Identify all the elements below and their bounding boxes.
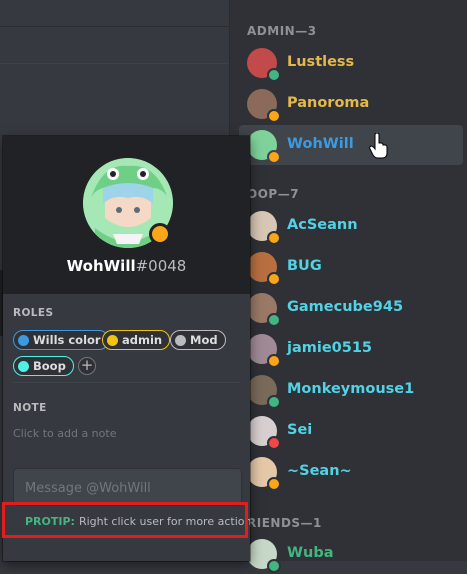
role-pill[interactable]: admin xyxy=(102,330,171,350)
popout-divider xyxy=(13,382,240,383)
member-avatar xyxy=(247,457,281,491)
member-avatar xyxy=(247,416,281,450)
member-name: Lustless xyxy=(287,54,355,70)
member-avatar xyxy=(247,334,281,368)
status-idle-icon xyxy=(267,354,281,368)
member-item[interactable]: jamie0515 xyxy=(239,329,463,369)
chat-header-bar xyxy=(0,0,229,27)
member-avatar xyxy=(247,293,281,327)
status-online-icon xyxy=(267,559,281,573)
member-avatar xyxy=(247,211,281,245)
member-item[interactable]: Panoroma xyxy=(239,84,463,124)
member-item[interactable]: BUG xyxy=(239,247,463,287)
note-label: NOTE xyxy=(13,402,47,414)
status-idle-icon xyxy=(267,109,281,123)
message-box xyxy=(13,468,242,506)
status-online-icon xyxy=(267,313,281,327)
member-name: AcSeann xyxy=(287,217,358,233)
chat-divider xyxy=(0,63,229,64)
add-role-button[interactable]: + xyxy=(78,357,96,375)
profile-status-idle-icon xyxy=(149,223,171,245)
role-pill[interactable]: Boop xyxy=(13,356,74,376)
member-avatar xyxy=(247,375,281,409)
username-text: WohWill xyxy=(66,257,136,275)
member-avatar xyxy=(247,539,281,573)
role-name: Wills color xyxy=(33,333,101,347)
protip-highlight-annotation xyxy=(2,502,248,538)
member-avatar xyxy=(247,252,281,286)
message-input[interactable] xyxy=(25,479,230,497)
member-item[interactable]: AcSeann xyxy=(239,206,463,246)
role-color-dot[interactable] xyxy=(107,334,118,346)
profile-username: WohWill#0048 xyxy=(3,257,250,275)
member-avatar xyxy=(247,48,281,82)
member-name: Wuba xyxy=(287,545,334,561)
member-avatar xyxy=(247,130,281,164)
hand-cursor-icon xyxy=(369,133,388,159)
status-dnd-icon xyxy=(267,436,281,450)
popout-header: WohWill#0048 xyxy=(3,136,250,294)
status-idle-icon xyxy=(267,272,281,286)
member-group-header: OOP—7 xyxy=(247,187,300,201)
member-item[interactable]: Wuba xyxy=(239,534,463,574)
member-item[interactable]: ~Sean~ xyxy=(239,452,463,492)
status-online-icon xyxy=(267,68,281,82)
member-item[interactable]: Gamecube945 xyxy=(239,288,463,328)
role-color-dot[interactable] xyxy=(175,334,186,346)
status-idle-icon xyxy=(267,477,281,491)
status-idle-icon xyxy=(267,231,281,245)
member-name: BUG xyxy=(287,258,322,274)
member-item[interactable]: WohWill xyxy=(239,125,463,165)
member-item[interactable]: Sei xyxy=(239,411,463,451)
role-color-dot[interactable] xyxy=(18,334,29,346)
role-color-dot[interactable] xyxy=(18,360,29,372)
member-name: WohWill xyxy=(287,136,354,152)
member-item[interactable]: Lustless xyxy=(239,43,463,83)
role-name: admin xyxy=(122,333,163,347)
user-profile-popout: WohWill#0048 ROLES Wills color admin Mod Bo… xyxy=(3,136,250,561)
status-idle-icon xyxy=(267,150,281,164)
member-name: jamie0515 xyxy=(287,340,373,356)
member-list: ADMIN—3 Lustless Panoroma WohWill OOP—7 AcSea… xyxy=(229,0,467,573)
roles-label: ROLES xyxy=(13,307,54,319)
role-pill[interactable]: Mod xyxy=(170,330,226,350)
role-pill[interactable]: Wills color xyxy=(13,330,109,350)
member-name: Gamecube945 xyxy=(287,299,404,315)
member-name: Monkeymouse1 xyxy=(287,381,415,397)
member-item[interactable]: Monkeymouse1 xyxy=(239,370,463,410)
member-group-header: ADMIN—3 xyxy=(247,24,317,38)
role-name: Boop xyxy=(33,359,66,373)
member-name: ~Sean~ xyxy=(287,463,352,479)
status-online-icon xyxy=(267,395,281,409)
member-name: Panoroma xyxy=(287,95,370,111)
role-name: Mod xyxy=(190,333,218,347)
note-field[interactable]: Click to add a note xyxy=(13,427,116,440)
discriminator-text: #0048 xyxy=(135,257,187,275)
member-name: Sei xyxy=(287,422,313,438)
member-group-header: RIENDS—1 xyxy=(247,516,322,530)
member-avatar xyxy=(247,89,281,123)
